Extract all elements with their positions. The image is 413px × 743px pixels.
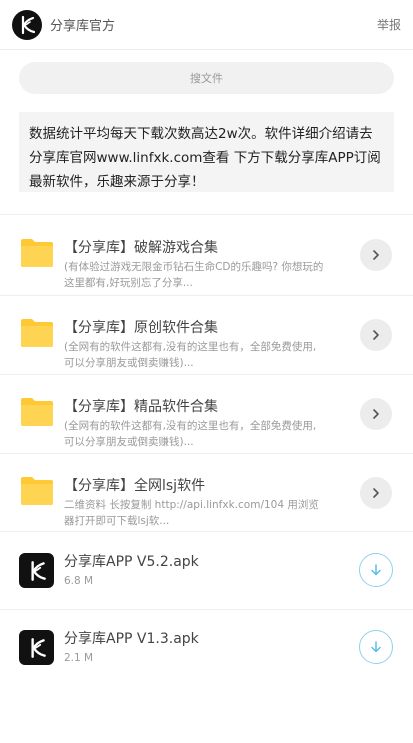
folder-icon: [21, 477, 53, 505]
file-name: 分享库APP V5.2.apk: [64, 554, 199, 570]
divider: [0, 214, 413, 215]
divider: [0, 453, 413, 454]
folder-desc: 二维资料 长按复制 http://api.linfxk.com/104 用浏览器…: [64, 499, 319, 527]
folder-title: 【分享库】原创软件合集: [64, 320, 218, 336]
divider: [0, 295, 413, 296]
download-icon[interactable]: [359, 630, 393, 664]
app-icon: [19, 630, 54, 665]
file-row[interactable]: 分享库APP V1.3.apk 2.1 M: [0, 610, 413, 686]
folder-row[interactable]: 【分享库】原创软件合集 (全网有的软件这都有,没有的这里也有，全部免费使用,可以…: [0, 297, 413, 375]
folder-desc: (全网有的软件这都有,没有的这里也有，全部免费使用,可以分享朋友或倒卖赚钱)..…: [64, 341, 317, 369]
chevron-right-icon[interactable]: [360, 398, 392, 430]
header: 分享库官方 举报: [0, 0, 413, 50]
app-icon: [19, 553, 54, 588]
search-label: 搜文件: [190, 72, 223, 85]
folder-desc: (全网有的软件这都有,没有的这里也有，全部免费使用,可以分享朋友或倒卖赚钱)..…: [64, 420, 317, 448]
search-container: 搜文件: [19, 62, 394, 94]
folder-title: 【分享库】全网lsj软件: [64, 478, 206, 494]
folder-icon: [21, 319, 53, 347]
folder-row[interactable]: 【分享库】精品软件合集 (全网有的软件这都有,没有的这里也有，全部免费使用,可以…: [0, 376, 413, 454]
chevron-right-icon[interactable]: [360, 319, 392, 351]
file-name: 分享库APP V1.3.apk: [64, 631, 199, 647]
notice-text: 数据统计平均每天下载次数高达2w次。软件详细介绍请去分享库官网www.linfx…: [19, 112, 394, 192]
file-row[interactable]: 分享库APP V5.2.apk 6.8 M: [0, 533, 413, 609]
report-link[interactable]: 举报: [377, 16, 401, 33]
folder-icon: [21, 239, 53, 267]
folder-desc: (有体验过游戏无限金币钻石生命CD的乐趣吗? 你想玩的这里都有,好玩别忘了分享.…: [64, 261, 324, 289]
folder-title: 【分享库】精品软件合集: [64, 399, 218, 415]
folder-icon: [21, 398, 53, 426]
file-size: 6.8 M: [64, 575, 94, 587]
search-bar[interactable]: 搜文件: [19, 62, 394, 94]
page: 分享库官方 举报 搜文件 数据统计平均每天下载次数高达2w次。软件详细介绍请去分…: [0, 0, 413, 743]
download-icon[interactable]: [359, 553, 393, 587]
k-logo-icon[interactable]: [12, 9, 42, 40]
folder-row[interactable]: 【分享库】破解游戏合集 (有体验过游戏无限金币钻石生命CD的乐趣吗? 你想玩的这…: [0, 217, 413, 295]
divider: [0, 531, 413, 532]
header-title: 分享库官方: [50, 19, 116, 34]
folder-row[interactable]: 【分享库】全网lsj软件 二维资料 长按复制 http://api.linfxk…: [0, 455, 413, 533]
divider: [0, 374, 413, 375]
folder-title: 【分享库】破解游戏合集: [64, 240, 218, 256]
chevron-right-icon[interactable]: [360, 477, 392, 509]
file-size: 2.1 M: [64, 652, 94, 664]
chevron-right-icon[interactable]: [360, 239, 392, 271]
